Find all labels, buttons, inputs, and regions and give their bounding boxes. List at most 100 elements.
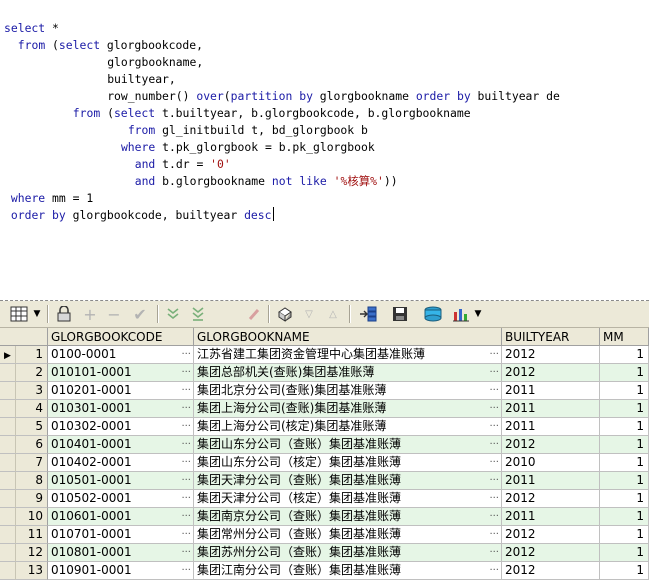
lock-icon[interactable] xyxy=(54,304,74,324)
cell-mm[interactable]: 1 xyxy=(600,490,649,508)
delete-record-icon[interactable]: − xyxy=(104,304,124,324)
cell-glorgbookcode[interactable]: 010301-0001 ··· xyxy=(48,400,194,418)
cell-ellipsis-button[interactable]: ··· xyxy=(181,400,191,417)
cell-mm[interactable]: 1 xyxy=(600,562,649,580)
row-indicator[interactable]: ▶ xyxy=(0,346,16,364)
cell-glorgbookname[interactable]: 江苏省建工集团资金管理中心集团基准账薄 ··· xyxy=(194,346,502,364)
cell-glorgbookname[interactable]: 集团北京分公司(查账)集团基准账薄 ··· xyxy=(194,382,502,400)
cell-glorgbookcode[interactable]: 010302-0001 ··· xyxy=(48,418,194,436)
cell-ellipsis-button[interactable]: ··· xyxy=(489,400,499,417)
cell-builtyear[interactable]: 2012 xyxy=(502,544,600,562)
cell-builtyear[interactable]: 2012 xyxy=(502,562,600,580)
query-icon[interactable] xyxy=(274,304,296,324)
add-record-icon[interactable]: + xyxy=(80,304,100,324)
cell-ellipsis-button[interactable]: ··· xyxy=(181,436,191,453)
cell-builtyear[interactable]: 2011 xyxy=(502,382,600,400)
row-indicator[interactable] xyxy=(0,364,16,382)
cell-builtyear[interactable]: 2011 xyxy=(502,508,600,526)
row-indicator[interactable] xyxy=(0,418,16,436)
table-row[interactable]: ▶ 1 0100-0001 ··· 江苏省建工集团资金管理中心集团基准账薄 ··· 2012… xyxy=(0,346,649,364)
cell-builtyear[interactable]: 2012 xyxy=(502,364,600,382)
table-row[interactable]: 11 010701-0001 ··· 集团常州分公司（查账）集团基准账薄 ··· 2012… xyxy=(0,526,649,544)
cell-glorgbookname[interactable]: 集团江南分公司（查账）集团基准账薄 ··· xyxy=(194,562,502,580)
sql-editor[interactable]: select * from (select glorgbookcode, glorg… xyxy=(0,0,649,284)
cell-glorgbookcode[interactable]: 010901-0001 ··· xyxy=(48,562,194,580)
cell-glorgbookcode[interactable]: 010701-0001 ··· xyxy=(48,526,194,544)
cell-ellipsis-button[interactable]: ··· xyxy=(181,472,191,489)
cell-mm[interactable]: 1 xyxy=(600,418,649,436)
cell-builtyear[interactable]: 2010 xyxy=(502,454,600,472)
row-indicator[interactable] xyxy=(0,526,16,544)
table-row[interactable]: 9 010502-0001 ··· 集团天津分公司（核定）集团基准账薄 ··· 2012 1 xyxy=(0,490,649,508)
cell-ellipsis-button[interactable]: ··· xyxy=(489,346,499,363)
cell-ellipsis-button[interactable]: ··· xyxy=(181,490,191,507)
row-indicator[interactable] xyxy=(0,508,16,526)
cell-glorgbookcode[interactable]: 010801-0001 ··· xyxy=(48,544,194,562)
cell-mm[interactable]: 1 xyxy=(600,526,649,544)
cell-ellipsis-button[interactable]: ··· xyxy=(489,526,499,543)
save-icon[interactable] xyxy=(389,304,411,324)
cell-ellipsis-button[interactable]: ··· xyxy=(489,508,499,525)
cell-glorgbookcode[interactable]: 0100-0001 ··· xyxy=(48,346,194,364)
splitter[interactable] xyxy=(0,284,649,301)
column-header-builtyear[interactable]: BUILTYEAR xyxy=(502,328,600,346)
clear-icon[interactable] xyxy=(244,304,264,324)
cell-builtyear[interactable]: 2012 xyxy=(502,490,600,508)
cell-builtyear[interactable]: 2011 xyxy=(502,472,600,490)
cell-ellipsis-button[interactable]: ··· xyxy=(181,526,191,543)
export-icon[interactable] xyxy=(356,304,380,324)
table-row[interactable]: 7 010402-0001 ··· 集团山东分公司（核定）集团基准账薄 ··· 2010 1 xyxy=(0,454,649,472)
cell-mm[interactable]: 1 xyxy=(600,454,649,472)
result-grid[interactable]: GLORGBOOKCODE GLORGBOOKNAME BUILTYEAR MM… xyxy=(0,328,649,583)
row-indicator[interactable] xyxy=(0,472,16,490)
table-row[interactable]: 10 010601-0001 ··· 集团南京分公司（查账）集团基准账薄 ··· 2011… xyxy=(0,508,649,526)
cell-glorgbookname[interactable]: 集团总部机关(查账)集团基准账薄 ··· xyxy=(194,364,502,382)
cell-glorgbookname[interactable]: 集团常州分公司（查账）集团基准账薄 ··· xyxy=(194,526,502,544)
cell-glorgbookcode[interactable]: 010501-0001 ··· xyxy=(48,472,194,490)
cell-ellipsis-button[interactable]: ··· xyxy=(489,544,499,561)
dropdown-arrow-icon[interactable]: ▼ xyxy=(31,304,43,324)
cell-ellipsis-button[interactable]: ··· xyxy=(489,418,499,435)
cell-ellipsis-button[interactable]: ··· xyxy=(489,364,499,381)
cell-glorgbookname[interactable]: 集团山东分公司（核定）集团基准账薄 ··· xyxy=(194,454,502,472)
cell-ellipsis-button[interactable]: ··· xyxy=(181,562,191,579)
cell-builtyear[interactable]: 2012 xyxy=(502,436,600,454)
row-indicator[interactable] xyxy=(0,400,16,418)
column-header-glorgbookcode[interactable]: GLORGBOOKCODE xyxy=(48,328,194,346)
cell-ellipsis-button[interactable]: ··· xyxy=(489,490,499,507)
cell-builtyear[interactable]: 2011 xyxy=(502,418,600,436)
cell-mm[interactable]: 1 xyxy=(600,544,649,562)
row-indicator[interactable] xyxy=(0,490,16,508)
cell-glorgbookname[interactable]: 集团苏州分公司（查账）集团基准账薄 ··· xyxy=(194,544,502,562)
cell-builtyear[interactable]: 2012 xyxy=(502,526,600,544)
last-page-icon[interactable] xyxy=(188,304,208,324)
table-row[interactable]: 3 010201-0001 ··· 集团北京分公司(查账)集团基准账薄 ··· 2011 1 xyxy=(0,382,649,400)
cell-mm[interactable]: 1 xyxy=(600,364,649,382)
cell-mm[interactable]: 1 xyxy=(600,472,649,490)
cell-glorgbookname[interactable]: 集团南京分公司（查账）集团基准账薄 ··· xyxy=(194,508,502,526)
cell-mm[interactable]: 1 xyxy=(600,346,649,364)
table-row[interactable]: 2 010101-0001 ··· 集团总部机关(查账)集团基准账薄 ··· 2012 1 xyxy=(0,364,649,382)
chart-icon[interactable] xyxy=(451,304,471,324)
row-indicator[interactable] xyxy=(0,544,16,562)
cell-glorgbookname[interactable]: 集团天津分公司（核定）集团基准账薄 ··· xyxy=(194,490,502,508)
table-row[interactable]: 6 010401-0001 ··· 集团山东分公司（查账）集团基准账薄 ··· 2012 1 xyxy=(0,436,649,454)
cell-builtyear[interactable]: 2012 xyxy=(502,346,600,364)
cell-ellipsis-button[interactable]: ··· xyxy=(489,436,499,453)
cell-ellipsis-button[interactable]: ··· xyxy=(181,454,191,471)
cell-glorgbookcode[interactable]: 010502-0001 ··· xyxy=(48,490,194,508)
post-changes-icon[interactable]: ✔ xyxy=(129,304,151,324)
cell-ellipsis-button[interactable]: ··· xyxy=(181,544,191,561)
print-icon[interactable] xyxy=(421,304,445,324)
column-header-mm[interactable]: MM xyxy=(600,328,649,346)
cell-mm[interactable]: 1 xyxy=(600,400,649,418)
row-indicator[interactable] xyxy=(0,436,16,454)
cell-ellipsis-button[interactable]: ··· xyxy=(181,364,191,381)
filter-up-icon[interactable]: △ xyxy=(324,304,342,324)
cell-glorgbookname[interactable]: 集团山东分公司（查账）集团基准账薄 ··· xyxy=(194,436,502,454)
cell-glorgbookname[interactable]: 集团上海分公司(核定)集团基准账薄 ··· xyxy=(194,418,502,436)
cell-mm[interactable]: 1 xyxy=(600,436,649,454)
table-row[interactable]: 5 010302-0001 ··· 集团上海分公司(核定)集团基准账薄 ··· 2011 1 xyxy=(0,418,649,436)
table-row[interactable]: 4 010301-0001 ··· 集团上海分公司(查账)集团基准账薄 ··· 2011 1 xyxy=(0,400,649,418)
cell-glorgbookcode[interactable]: 010201-0001 ··· xyxy=(48,382,194,400)
